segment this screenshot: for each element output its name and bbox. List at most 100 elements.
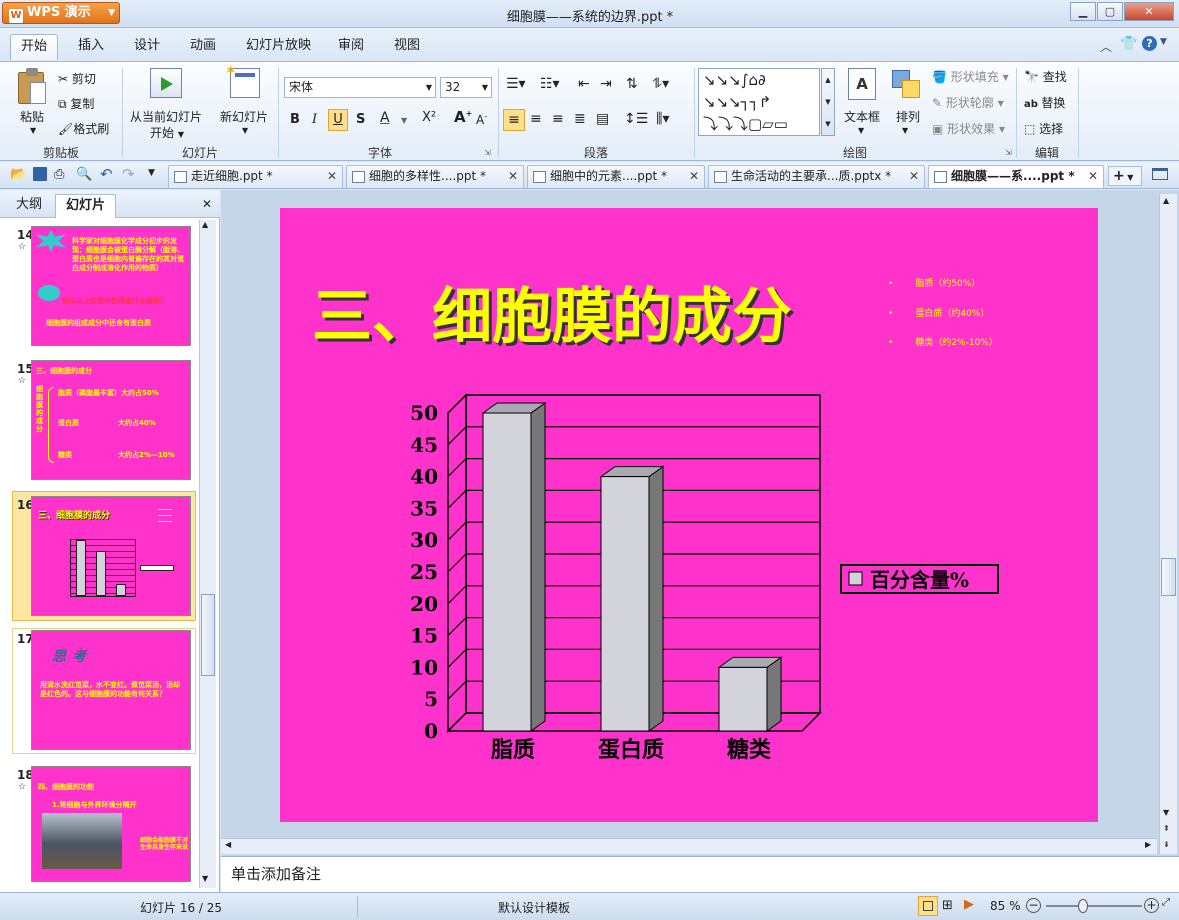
template-name[interactable]: 默认设计模板 — [498, 899, 570, 916]
slideshow-icon[interactable]: ▶ — [964, 897, 974, 912]
bullet-item[interactable]: • 脂质（约50%） — [888, 276, 1002, 289]
quick-access-dropdown-icon[interactable]: ▼ — [148, 168, 155, 178]
normal-view-icon[interactable] — [918, 896, 938, 916]
slide-sorter-icon[interactable]: ⊞ — [942, 898, 953, 913]
font-color-dropdown-icon[interactable]: ▼ — [401, 116, 407, 125]
redo-icon[interactable]: ↷ — [122, 165, 135, 183]
slide-thumbnail[interactable]: 四、细胞膜的功能 1.将细胞与外界环境分隔开 细胞会能胞膜不对生命自身生存来说 — [31, 766, 191, 882]
grow-font-button[interactable]: A+ — [454, 108, 472, 126]
font-size-select[interactable]: 32 ▼ — [440, 77, 492, 98]
justify-button[interactable]: ≣ — [574, 111, 586, 127]
help-icon[interactable]: ? — [1142, 36, 1157, 51]
increase-indent-button[interactable]: ⇥ — [600, 76, 612, 92]
close-tab-icon[interactable]: ✕ — [508, 166, 518, 187]
doc-tab[interactable]: 生命活动的主要承...质.pptx * ✕ — [708, 165, 925, 188]
close-tab-icon[interactable]: ✕ — [327, 166, 337, 187]
paste-button[interactable]: 粘贴 — [20, 108, 44, 125]
bullet-item[interactable]: • 蛋白质（约40%） — [888, 306, 1011, 319]
zoom-level[interactable]: 85 % — [990, 899, 1021, 913]
tab-design[interactable]: 设计 — [124, 34, 170, 60]
new-tab-button[interactable]: + ▼ — [1108, 166, 1142, 186]
strikethrough-button[interactable]: S — [356, 112, 365, 127]
select-button[interactable]: ⬚ 选择 — [1024, 120, 1063, 137]
new-slide-dropdown-icon[interactable]: ▼ — [242, 126, 248, 135]
undo-icon[interactable]: ↶ — [100, 165, 113, 183]
maximize-button[interactable]: ▢ — [1097, 2, 1123, 21]
numbering-button[interactable]: ☷▾ — [540, 76, 560, 92]
close-button[interactable]: ✕ — [1124, 2, 1174, 21]
bold-button[interactable]: B — [290, 112, 300, 127]
paste-dropdown-icon[interactable]: ▼ — [30, 126, 36, 135]
scroll-thumb[interactable] — [201, 594, 215, 676]
previous-slide-icon[interactable]: ⇞ — [1163, 824, 1170, 833]
tab-animation[interactable]: 动画 — [180, 34, 226, 60]
superscript-button[interactable]: X² — [422, 110, 436, 125]
slide-thumbnail[interactable]: 科学家对细胞膜化学成分初步的发现：细胞膜会被蛋白酶分解（脂溶、蛋白质也是细胞内普… — [31, 226, 191, 346]
sort-button[interactable]: ⇅ — [626, 76, 638, 92]
textbox-button[interactable]: 文本框 — [844, 108, 880, 125]
panel-scrollbar[interactable]: ▲ ▼ — [199, 220, 216, 888]
find-button[interactable]: 🔭 查找 — [1024, 68, 1067, 85]
scroll-thumb[interactable] — [1161, 558, 1176, 596]
font-color-button[interactable]: A — [380, 110, 390, 126]
next-slide-icon[interactable]: ⇟ — [1163, 840, 1170, 849]
skin-icon[interactable]: 👕 — [1120, 36, 1137, 52]
textbox-icon[interactable]: A — [848, 68, 876, 100]
bar-chart[interactable]: 0 5 10 15 20 25 30 35 40 45 50 脂质 蛋白质 糖类 百分含量% — [400, 393, 1020, 773]
notes-pane[interactable]: 单击添加备注 — [221, 856, 1179, 892]
shrink-font-button[interactable]: A- — [476, 112, 487, 127]
drawing-dialog-launcher-icon[interactable]: ⇲ — [1005, 148, 1012, 157]
align-center-button[interactable]: ≡ — [530, 111, 542, 127]
doc-tab[interactable]: 细胞的多样性....ppt * ✕ — [346, 165, 524, 188]
close-panel-icon[interactable]: ✕ — [202, 197, 212, 211]
italic-button[interactable]: I — [312, 112, 317, 127]
main-horizontal-scrollbar[interactable]: ◀ ▶ — [221, 838, 1157, 854]
tab-insert[interactable]: 插入 — [68, 34, 114, 60]
paste-icon[interactable] — [18, 68, 48, 106]
app-menu-button[interactable]: W WPS 演示 ▼ — [2, 2, 120, 24]
collapse-ribbon-icon[interactable]: ︿ — [1100, 38, 1112, 55]
slide-title[interactable]: 三、细胞膜的成分 — [312, 268, 792, 355]
shape-outline-button[interactable]: ✎ 形状轮廓 ▾ — [932, 94, 1004, 111]
tab-view[interactable]: 视图 — [384, 34, 430, 60]
font-name-select[interactable]: 宋体 ▼ — [284, 77, 436, 98]
copy-button[interactable]: ⧉ 复制 — [58, 95, 94, 112]
new-slide-button[interactable]: 新幻灯片 — [220, 108, 268, 125]
text-direction-button[interactable]: ⥮▾ — [652, 76, 669, 92]
doc-tab[interactable]: 走近细胞.ppt * ✕ — [168, 165, 343, 188]
close-tab-icon[interactable]: ✕ — [1088, 166, 1098, 187]
minimize-button[interactable]: ▁ — [1070, 2, 1096, 21]
slide-thumbnail-selected[interactable]: 三、细胞膜的成分 — [31, 496, 191, 616]
textbox-dropdown-icon[interactable]: ▼ — [858, 126, 864, 135]
columns-button[interactable]: ⫼▾ — [656, 111, 669, 127]
decrease-indent-button[interactable]: ⇤ — [578, 76, 590, 92]
bullets-button[interactable]: ☰▾ — [506, 76, 526, 92]
save-icon[interactable] — [33, 167, 47, 181]
help-dropdown-icon[interactable]: ▼ — [1160, 37, 1167, 47]
scroll-up-icon[interactable]: ▲ — [1163, 196, 1169, 205]
tab-slideshow[interactable]: 幻灯片放映 — [236, 34, 321, 60]
arrange-dropdown-icon[interactable]: ▼ — [902, 126, 908, 135]
scroll-left-icon[interactable]: ◀ — [225, 840, 231, 849]
scroll-down-icon[interactable]: ▼ — [202, 874, 208, 883]
scroll-down-icon[interactable]: ▼ — [1163, 808, 1169, 817]
zoom-slider-track[interactable] — [1046, 905, 1142, 907]
zoom-out-icon[interactable]: − — [1026, 898, 1041, 913]
slideshow-from-current-icon[interactable] — [150, 68, 182, 98]
fit-window-icon[interactable]: ⤢ — [1162, 897, 1174, 913]
close-tab-icon[interactable]: ✕ — [689, 166, 699, 187]
gallery-scroll[interactable]: ▲ ▼ ▼ — [821, 68, 835, 136]
font-dialog-launcher-icon[interactable]: ⇲ — [484, 148, 491, 157]
align-right-button[interactable]: ≡ — [552, 111, 564, 127]
bullet-item[interactable]: • 糖类（约2%-10%） — [888, 335, 1020, 348]
print-icon[interactable]: ⎙ — [54, 167, 64, 182]
tab-outline[interactable]: 大纲 — [6, 194, 52, 218]
scroll-right-icon[interactable]: ▶ — [1145, 840, 1151, 849]
cut-button[interactable]: ✂ 剪切 — [58, 70, 96, 87]
replace-button[interactable]: ab 替换 — [1024, 94, 1065, 111]
line-spacing-button[interactable]: ↕☰ — [624, 111, 648, 127]
zoom-in-icon[interactable]: + — [1144, 898, 1159, 913]
tab-review[interactable]: 审阅 — [328, 34, 374, 60]
distribute-button[interactable]: ▤ — [596, 111, 609, 127]
tab-home[interactable]: 开始 — [10, 34, 59, 60]
